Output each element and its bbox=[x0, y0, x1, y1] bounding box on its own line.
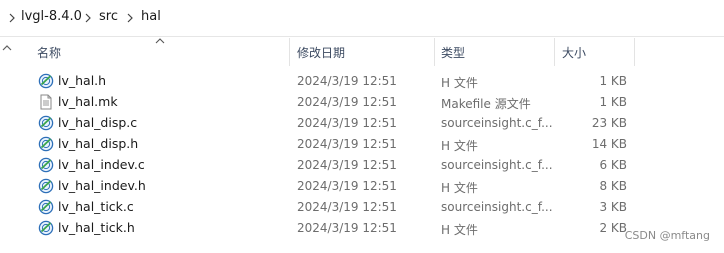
file-size: 1 KB bbox=[599, 95, 627, 109]
file-type: H 文件 bbox=[441, 181, 478, 195]
breadcrumb-item-src[interactable]: src bbox=[99, 9, 118, 24]
file-name: lv_hal.mk bbox=[58, 94, 118, 109]
file-row[interactable]: lv_hal_disp.c 2024/3/19 12:51 sourceinsigh… bbox=[31, 113, 641, 134]
file-row[interactable]: lv_hal_indev.h 2024/3/19 12:51 H 文件 8 KB bbox=[31, 176, 641, 197]
file-name: lv_hal_disp.h bbox=[58, 136, 139, 151]
file-modified-date: 2024/3/19 12:51 bbox=[297, 116, 397, 130]
file-modified-date: 2024/3/19 12:51 bbox=[297, 95, 397, 109]
column-header-type[interactable]: 类型 bbox=[441, 44, 465, 61]
sourceinsight-file-icon bbox=[38, 136, 54, 152]
file-size: 1 KB bbox=[599, 74, 627, 88]
file-modified-date: 2024/3/19 12:51 bbox=[297, 179, 397, 193]
file-name: lv_hal_indev.c bbox=[58, 157, 145, 172]
file-type: sourceinsight.c_f... bbox=[441, 200, 553, 214]
file-row[interactable]: lv_hal_disp.h 2024/3/19 12:51 H 文件 14 KB bbox=[31, 134, 641, 155]
column-divider[interactable] bbox=[434, 38, 435, 66]
file-row[interactable]: lv_hal_indev.c 2024/3/19 12:51 sourceinsig… bbox=[31, 155, 641, 176]
file-name: lv_hal_tick.c bbox=[58, 199, 134, 214]
file-type: H 文件 bbox=[441, 139, 478, 153]
file-size: 3 KB bbox=[599, 200, 627, 214]
sourceinsight-file-icon bbox=[38, 157, 54, 173]
file-modified-date: 2024/3/19 12:51 bbox=[297, 200, 397, 214]
file-modified-date: 2024/3/19 12:51 bbox=[297, 74, 397, 88]
file-size: 23 KB bbox=[591, 116, 627, 130]
file-type: H 文件 bbox=[441, 223, 478, 237]
file-size: 2 KB bbox=[599, 221, 627, 235]
file-type: sourceinsight.c_f... bbox=[441, 158, 553, 172]
file-name: lv_hal.h bbox=[58, 73, 107, 88]
file-size: 14 KB bbox=[591, 137, 627, 151]
file-row[interactable]: lv_hal.mk 2024/3/19 12:51 Makefile 源文件 1 KB bbox=[31, 92, 641, 113]
sourceinsight-file-icon bbox=[38, 115, 54, 131]
sourceinsight-file-icon bbox=[38, 73, 54, 89]
file-modified-date: 2024/3/19 12:51 bbox=[297, 158, 397, 172]
breadcrumb-item-lvgl[interactable]: lvgl-8.4.0 bbox=[21, 9, 82, 24]
sourceinsight-file-icon bbox=[38, 220, 54, 236]
column-header-name[interactable]: 名称 bbox=[37, 44, 61, 61]
watermark: CSDN @mftang bbox=[624, 229, 710, 242]
file-type: Makefile 源文件 bbox=[441, 97, 531, 111]
file-row[interactable]: lv_hal.h 2024/3/19 12:51 H 文件 1 KB bbox=[31, 71, 641, 92]
file-row[interactable]: lv_hal_tick.c 2024/3/19 12:51 sourceinsigh… bbox=[31, 197, 641, 218]
chevron-right-icon[interactable] bbox=[124, 12, 136, 24]
file-name: lv_hal_indev.h bbox=[58, 178, 146, 193]
sourceinsight-file-icon bbox=[38, 199, 54, 215]
chevron-right-icon[interactable] bbox=[82, 12, 94, 24]
column-header-date[interactable]: 修改日期 bbox=[297, 44, 345, 61]
file-type: sourceinsight.c_f... bbox=[441, 116, 553, 130]
column-header-bar bbox=[0, 36, 724, 66]
address-bar[interactable]: lvgl-8.4.0 src hal bbox=[0, 0, 724, 37]
file-name: lv_hal_disp.c bbox=[58, 115, 138, 130]
file-size: 8 KB bbox=[599, 179, 627, 193]
column-divider[interactable] bbox=[289, 38, 290, 66]
text-file-icon bbox=[38, 94, 54, 110]
breadcrumb-item-hal[interactable]: hal bbox=[141, 9, 161, 24]
file-type: H 文件 bbox=[441, 76, 478, 90]
sourceinsight-file-icon bbox=[38, 178, 54, 194]
chevron-right-icon[interactable] bbox=[6, 12, 18, 24]
file-size: 6 KB bbox=[599, 158, 627, 172]
column-header-size[interactable]: 大小 bbox=[562, 44, 586, 61]
column-divider[interactable] bbox=[554, 38, 555, 66]
file-modified-date: 2024/3/19 12:51 bbox=[297, 221, 397, 235]
file-name: lv_hal_tick.h bbox=[58, 220, 135, 235]
file-modified-date: 2024/3/19 12:51 bbox=[297, 137, 397, 151]
column-divider[interactable] bbox=[634, 38, 635, 66]
file-row[interactable]: lv_hal_tick.h 2024/3/19 12:51 H 文件 2 KB bbox=[31, 218, 641, 239]
